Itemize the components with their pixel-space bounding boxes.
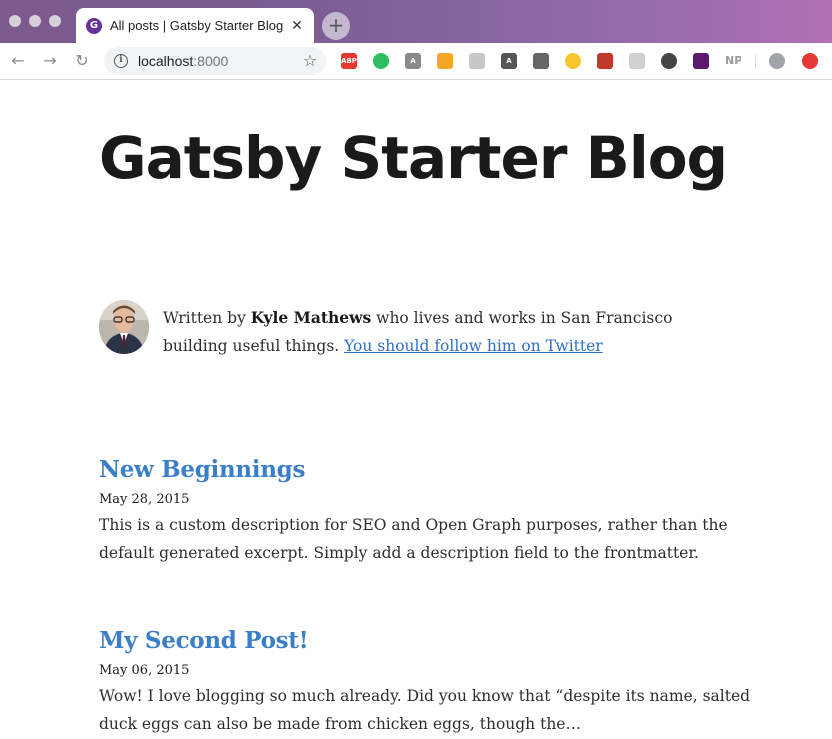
post-item: New Beginnings May 28, 2015 This is a cu… [99, 455, 759, 567]
minimize-window-button[interactable] [29, 15, 41, 27]
address-bar[interactable]: i localhost:8000 ☆ [104, 47, 326, 75]
author-avatar [99, 300, 149, 354]
back-button[interactable]: ← [8, 51, 28, 71]
new-tab-button[interactable]: + [322, 12, 350, 40]
gray-extension-icon[interactable] [629, 53, 645, 69]
react-devtools-icon[interactable] [469, 53, 485, 69]
angular-icon[interactable]: A [405, 53, 421, 69]
twitter-link[interactable]: You should follow him on Twitter [344, 337, 603, 355]
profile-avatar-icon[interactable] [769, 53, 785, 69]
post-title-link[interactable]: New Beginnings [99, 455, 759, 485]
evernote-icon[interactable] [373, 53, 389, 69]
np-extension-icon[interactable]: NP [725, 53, 741, 69]
bug-icon[interactable] [597, 53, 613, 69]
close-window-button[interactable] [9, 15, 21, 27]
tab-title: All posts | Gatsby Starter Blog [110, 18, 284, 33]
post-date: May 28, 2015 [99, 492, 190, 507]
upload-extension-icon[interactable] [802, 53, 818, 69]
site-title[interactable]: Gatsby Starter Blog [99, 124, 739, 192]
purple-extension-icon[interactable] [693, 53, 709, 69]
bookmark-star-icon[interactable]: ☆ [300, 51, 320, 71]
gatsby-favicon-icon: G [86, 18, 102, 34]
reload-button[interactable]: ↻ [72, 51, 92, 71]
url-text[interactable]: localhost:8000 [138, 52, 228, 70]
browser-tab-bar: G All posts | Gatsby Starter Blog ✕ + [0, 0, 832, 43]
url-host: localhost [138, 53, 194, 69]
browser-tab-active[interactable]: G All posts | Gatsby Starter Blog ✕ [76, 8, 314, 43]
rss-icon[interactable] [437, 53, 453, 69]
circle-extension-icon[interactable] [661, 53, 677, 69]
bio-section: Written by Kyle Mathews who lives and wo… [99, 300, 739, 360]
post-excerpt: Wow! I love blogging so much already. Di… [99, 687, 751, 733]
author-photo-icon [99, 300, 149, 354]
url-port: :8000 [193, 53, 229, 69]
maximize-window-button[interactable] [49, 15, 61, 27]
bio-prefix: Written by [163, 309, 251, 327]
forward-button[interactable]: → [40, 51, 60, 71]
author-name: Kyle Mathews [250, 308, 372, 327]
sun-icon[interactable] [565, 53, 581, 69]
bio-text: Written by Kyle Mathews who lives and wo… [163, 304, 739, 360]
post-item: My Second Post! May 06, 2015 Wow! I love… [99, 626, 759, 738]
post-date: May 06, 2015 [99, 663, 190, 678]
adblock-plus-icon[interactable]: ABP [341, 53, 357, 69]
post-excerpt: This is a custom description for SEO and… [99, 516, 728, 562]
dark-mode-icon[interactable] [533, 53, 549, 69]
post-title-link[interactable]: My Second Post! [99, 626, 759, 656]
site-info-icon[interactable]: i [114, 54, 128, 68]
vue-devtools-icon[interactable]: A [501, 53, 517, 69]
toolbar-divider [755, 54, 756, 68]
tab-close-icon[interactable]: ✕ [288, 17, 306, 35]
